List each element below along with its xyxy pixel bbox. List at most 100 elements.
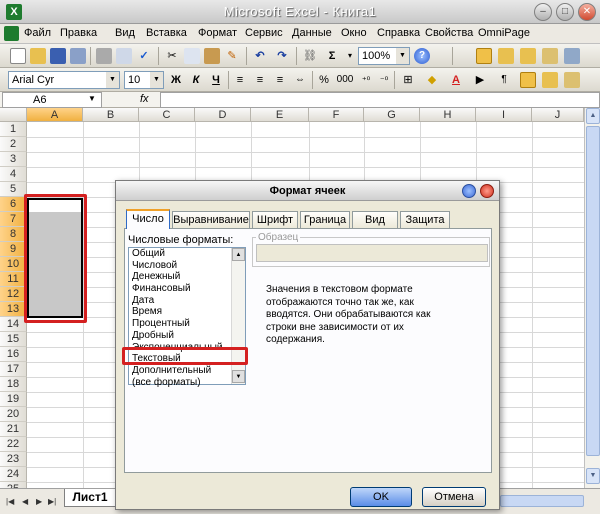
row-header-24[interactable]: 24 xyxy=(0,467,27,482)
menu-data[interactable]: Данные xyxy=(292,27,332,39)
flag-icon[interactable]: ▶ xyxy=(472,72,488,88)
row-header-17[interactable]: 17 xyxy=(0,362,27,377)
row-header-13[interactable]: 13 xyxy=(0,302,27,317)
format-currency[interactable]: Денежный xyxy=(129,271,245,283)
column-header-h[interactable]: H xyxy=(420,108,476,122)
row-header-15[interactable]: 15 xyxy=(0,332,27,347)
maximize-button[interactable]: □ xyxy=(556,3,574,21)
column-header-a[interactable]: A xyxy=(27,108,83,122)
row-header-11[interactable]: 11 xyxy=(0,272,27,287)
column-header-g[interactable]: G xyxy=(364,108,420,122)
vertical-scrollbar[interactable]: ▲ ▼ xyxy=(584,108,600,488)
italic-button[interactable]: К xyxy=(188,72,204,88)
zoom-select[interactable]: 100% ▼ xyxy=(358,47,410,65)
cancel-button[interactable]: Отмена xyxy=(422,487,486,507)
column-header-c[interactable]: C xyxy=(139,108,195,122)
menu-properties[interactable]: Свойства xyxy=(425,27,473,39)
prev-sheet-icon[interactable]: ◀ xyxy=(22,497,28,506)
print-icon[interactable] xyxy=(96,48,112,64)
folder-up-icon[interactable] xyxy=(520,48,536,64)
align-left-icon[interactable]: ≡ xyxy=(232,72,248,88)
font-color-icon[interactable]: A xyxy=(448,72,464,88)
increase-decimal-icon[interactable]: ⁺⁰ xyxy=(358,72,374,88)
row-header-22[interactable]: 22 xyxy=(0,437,27,452)
help-icon[interactable] xyxy=(462,184,476,198)
horizontal-scroll-thumb[interactable] xyxy=(500,495,584,507)
format-painter-icon[interactable]: ✎ xyxy=(224,48,240,64)
open-folder-icon[interactable] xyxy=(542,48,558,64)
print-preview-icon[interactable] xyxy=(116,48,132,64)
merge-center-icon[interactable]: ⇔ xyxy=(292,72,308,88)
menu-view[interactable]: Вид xyxy=(115,27,135,39)
row-header-14[interactable]: 14 xyxy=(0,317,27,332)
lock-icon[interactable] xyxy=(520,72,536,88)
menu-file[interactable]: Файл xyxy=(24,27,51,39)
row-header-12[interactable]: 12 xyxy=(0,287,27,302)
column-header-e[interactable]: E xyxy=(251,108,309,122)
close-icon[interactable] xyxy=(480,184,494,198)
paragraph-icon[interactable]: ¶ xyxy=(496,72,512,88)
folder-icon[interactable] xyxy=(542,72,558,88)
close-button[interactable]: ✕ xyxy=(578,3,596,21)
format-custom[interactable]: (все форматы) xyxy=(129,377,245,389)
menu-edit[interactable]: Правка xyxy=(60,27,97,39)
percent-button[interactable]: % xyxy=(316,72,332,88)
format-general[interactable]: Общий xyxy=(129,248,245,260)
new-icon[interactable] xyxy=(10,48,26,64)
next-sheet-icon[interactable]: ▶ xyxy=(36,497,42,506)
excel-doc-icon[interactable] xyxy=(4,26,19,41)
chevron-down-icon[interactable]: ▼ xyxy=(88,94,96,103)
menu-omnipage[interactable]: OmniPage xyxy=(478,27,530,39)
cut-icon[interactable]: ✂ xyxy=(164,48,180,64)
row-header-9[interactable]: 9 xyxy=(0,242,27,257)
scroll-down-icon[interactable]: ▼ xyxy=(586,468,600,484)
row-header-6[interactable]: 6 xyxy=(0,197,27,212)
lock-icon[interactable] xyxy=(476,48,492,64)
fx-icon[interactable]: fx xyxy=(140,93,149,105)
font-size-select[interactable]: 10 ▼ xyxy=(124,71,164,89)
folder-icon[interactable] xyxy=(498,48,514,64)
open-icon[interactable] xyxy=(30,48,46,64)
row-header-5[interactable]: 5 xyxy=(0,182,27,197)
save-icon[interactable] xyxy=(50,48,66,64)
grid-icon[interactable] xyxy=(564,48,580,64)
tab-border[interactable]: Граница xyxy=(300,211,350,228)
align-right-icon[interactable]: ≡ xyxy=(272,72,288,88)
tab-alignment[interactable]: Выравнивание xyxy=(172,211,250,228)
menu-tools[interactable]: Сервис xyxy=(245,27,283,39)
column-header-i[interactable]: I xyxy=(476,108,532,122)
menu-format[interactable]: Формат xyxy=(198,27,237,39)
format-fraction[interactable]: Дробный xyxy=(129,330,245,342)
permission-icon[interactable] xyxy=(70,48,86,64)
borders-icon[interactable]: ⊞ xyxy=(400,72,416,88)
row-header-2[interactable]: 2 xyxy=(0,137,27,152)
first-sheet-icon[interactable]: |◀ xyxy=(6,497,14,506)
sheet-tab-1[interactable]: Лист1 xyxy=(64,489,116,507)
tab-patterns[interactable]: Вид xyxy=(352,211,398,228)
copy-icon[interactable] xyxy=(184,48,200,64)
name-box[interactable]: A6 xyxy=(2,92,102,108)
format-special[interactable]: Дополнительный xyxy=(129,365,245,377)
menu-insert[interactable]: Вставка xyxy=(146,27,187,39)
column-header-j[interactable]: J xyxy=(532,108,584,122)
scroll-up-icon[interactable]: ▲ xyxy=(232,248,245,261)
font-select[interactable]: Arial Cyr ▼ xyxy=(8,71,120,89)
scroll-down-icon[interactable]: ▼ xyxy=(232,370,245,383)
row-header-10[interactable]: 10 xyxy=(0,257,27,272)
row-header-20[interactable]: 20 xyxy=(0,407,27,422)
minimize-button[interactable]: – xyxy=(534,3,552,21)
autosum-dropdown-icon[interactable]: ▾ xyxy=(342,48,358,64)
scroll-thumb[interactable] xyxy=(586,126,600,456)
format-date[interactable]: Дата xyxy=(129,295,245,307)
scroll-up-icon[interactable]: ▲ xyxy=(586,108,600,124)
row-header-4[interactable]: 4 xyxy=(0,167,27,182)
row-header-3[interactable]: 3 xyxy=(0,152,27,167)
select-all-corner[interactable] xyxy=(0,108,27,122)
spelling-icon[interactable]: ✓ xyxy=(136,48,152,64)
tab-number[interactable]: Число xyxy=(126,209,170,229)
row-header-1[interactable]: 1 xyxy=(0,122,27,137)
column-header-f[interactable]: F xyxy=(309,108,364,122)
bold-button[interactable]: Ж xyxy=(168,72,184,88)
redo-icon[interactable]: ↷ xyxy=(274,48,290,64)
tab-protection[interactable]: Защита xyxy=(400,211,450,228)
